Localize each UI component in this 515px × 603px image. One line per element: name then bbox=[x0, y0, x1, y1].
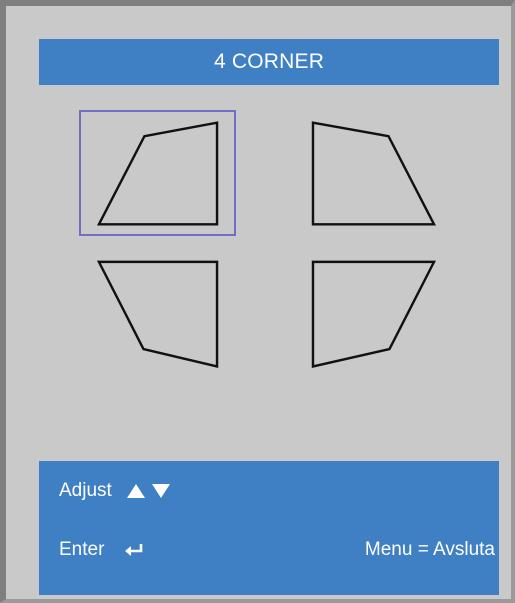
menu-exit-label: Menu = Avsluta bbox=[364, 539, 495, 560]
corner-bottom-left-icon bbox=[96, 260, 219, 368]
corner-bottom-right-button[interactable] bbox=[295, 256, 452, 382]
corner-top-right-button[interactable] bbox=[295, 110, 452, 236]
page-title: 4 CORNER bbox=[39, 39, 499, 85]
up-triangle-icon bbox=[127, 483, 146, 498]
corner-top-left-icon bbox=[96, 121, 219, 226]
help-panel: Adjust Enter Menu = Avsluta bbox=[39, 461, 499, 595]
adjust-label: Adjust bbox=[59, 480, 112, 501]
four-corner-osd-window: 4 CORNER Adjust Enter Menu = Avsluta bbox=[0, 0, 515, 603]
corner-bottom-right-icon bbox=[311, 260, 436, 368]
help-row-enter: Enter Menu = Avsluta bbox=[59, 535, 495, 565]
enter-label: Enter bbox=[59, 539, 105, 560]
corner-top-right-icon bbox=[311, 121, 437, 226]
enter-return-icon bbox=[124, 543, 143, 556]
corner-bottom-left-button[interactable] bbox=[79, 256, 236, 382]
help-row-adjust: Adjust bbox=[59, 476, 495, 506]
corner-top-left-button[interactable] bbox=[79, 110, 236, 236]
down-triangle-icon bbox=[152, 483, 171, 498]
